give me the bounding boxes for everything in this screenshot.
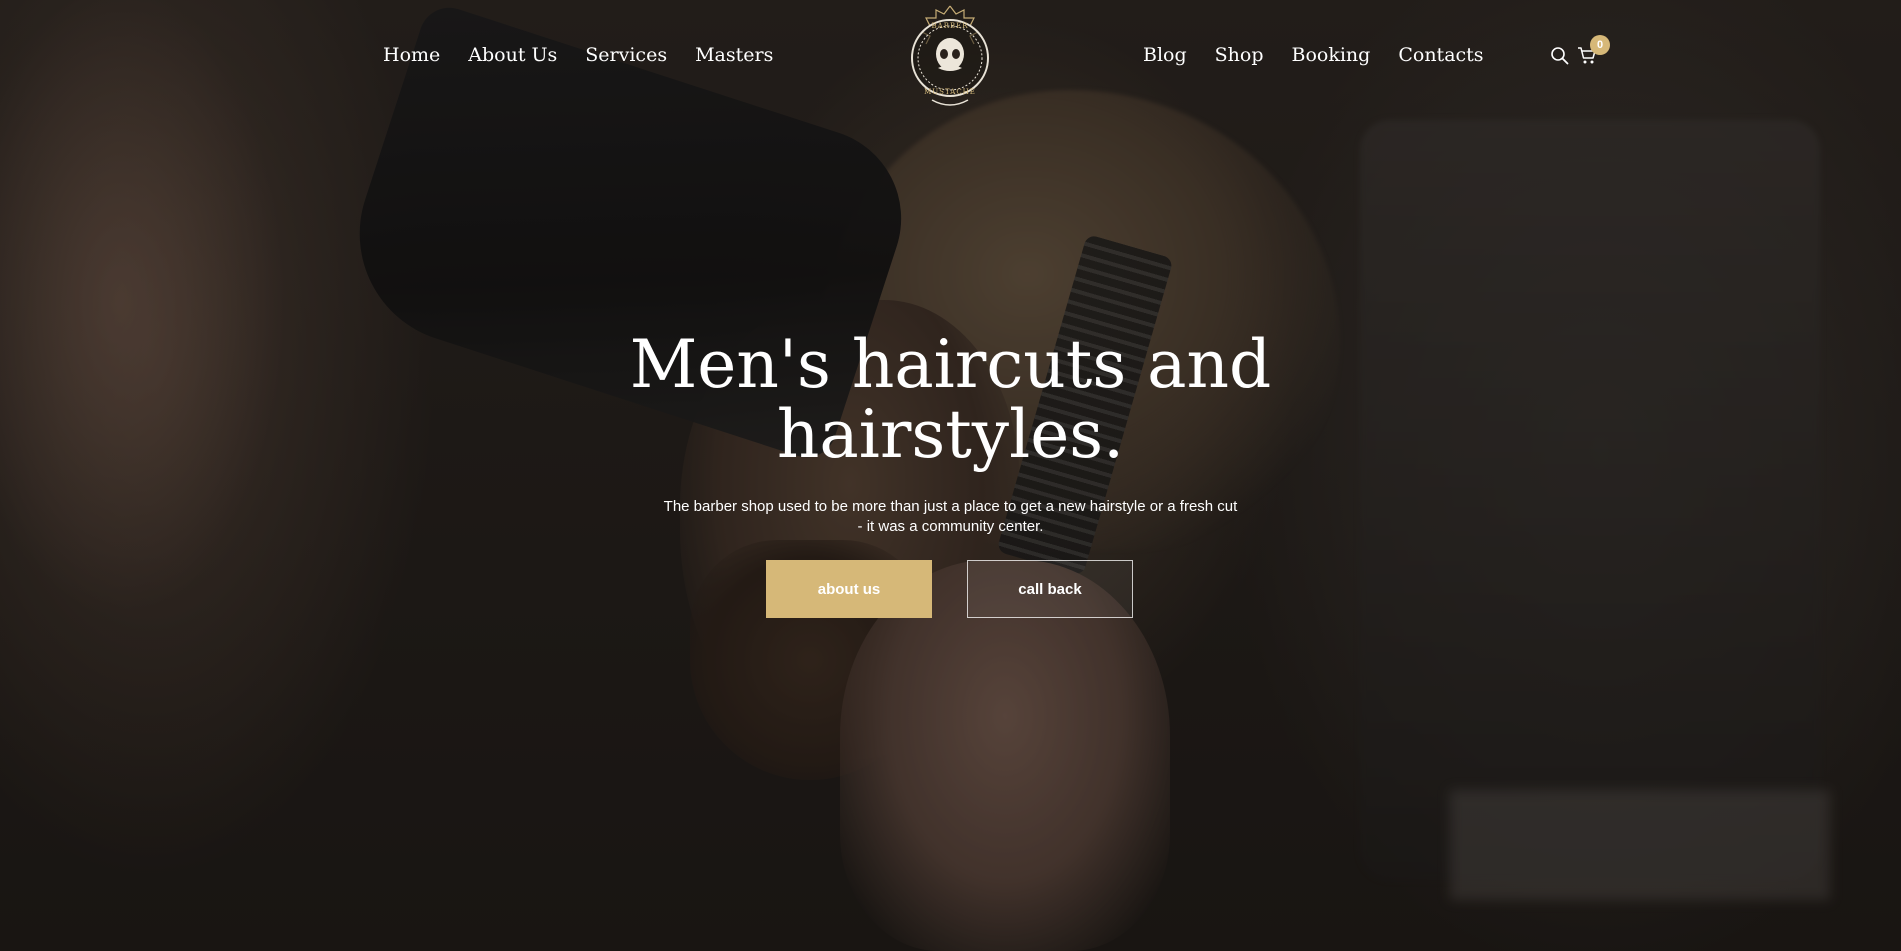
logo-top-text: BARBER [932, 22, 969, 30]
nav-services[interactable]: Services [585, 44, 667, 66]
hero-title-line-1: Men's haircuts and [629, 326, 1272, 403]
header-icons: 0 [1548, 35, 1610, 66]
logo-bottom-text: MUSTACHE [924, 88, 976, 96]
site-logo[interactable]: BARBER MUSTACHE [902, 4, 998, 112]
nav-booking[interactable]: Booking [1292, 44, 1371, 66]
search-icon[interactable] [1548, 44, 1570, 66]
about-us-button[interactable]: about us [766, 560, 932, 618]
main-nav-right: Blog Shop Booking Contacts [1143, 40, 1484, 70]
nav-contacts[interactable]: Contacts [1398, 44, 1483, 66]
hero-title: Men's haircuts and hairstyles. [0, 330, 1901, 470]
nav-about-us[interactable]: About Us [468, 44, 557, 66]
hero-section: Home About Us Services Masters BARBER MU… [0, 0, 1901, 951]
call-back-button[interactable]: call back [967, 560, 1133, 618]
background-overlay [0, 0, 1901, 951]
hero-title-line-2: hairstyles. [776, 396, 1125, 473]
skull-logo-icon: BARBER MUSTACHE [911, 5, 989, 106]
nav-masters[interactable]: Masters [695, 44, 773, 66]
cart-count-badge: 0 [1590, 35, 1610, 55]
nav-blog[interactable]: Blog [1143, 44, 1187, 66]
nav-shop[interactable]: Shop [1215, 44, 1264, 66]
hero-subtitle: The barber shop used to be more than jus… [663, 498, 1238, 535]
nav-home[interactable]: Home [383, 44, 440, 66]
main-nav-left: Home About Us Services Masters [383, 40, 773, 70]
cart-button[interactable]: 0 [1576, 35, 1610, 66]
